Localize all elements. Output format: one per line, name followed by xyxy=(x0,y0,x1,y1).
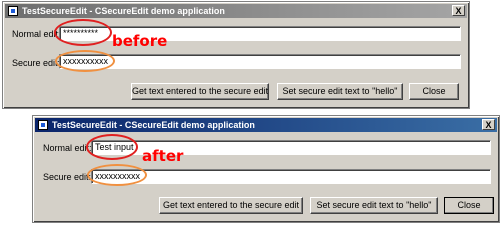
window-before: TestSecureEdit - CSecureEdit demo applic… xyxy=(2,1,470,109)
set-hello-button[interactable]: Set secure edit text to "hello" xyxy=(277,83,403,100)
annotation-before: before xyxy=(112,32,168,50)
set-hello-button[interactable]: Set secure edit text to "hello" xyxy=(310,197,438,214)
normal-edit-label: Normal edit: xyxy=(12,29,61,39)
window-title: TestSecureEdit - CSecureEdit demo applic… xyxy=(52,120,255,130)
annotation-after: after xyxy=(142,147,184,165)
get-secure-text-button[interactable]: Get text entered to the secure edit xyxy=(159,197,303,214)
close-button[interactable]: Close xyxy=(409,83,459,100)
close-button[interactable]: Close xyxy=(444,197,494,214)
title-bar-after[interactable]: TestSecureEdit - CSecureEdit demo applic… xyxy=(35,118,497,132)
close-window-button[interactable]: X xyxy=(482,119,495,130)
window-after: TestSecureEdit - CSecureEdit demo applic… xyxy=(32,115,500,223)
window-title: TestSecureEdit - CSecureEdit demo applic… xyxy=(22,6,225,16)
secure-edit-label: Secure edit: xyxy=(12,58,61,68)
secure-edit-label: Secure edit: xyxy=(43,172,92,182)
close-window-button[interactable]: X xyxy=(452,5,465,16)
normal-edit-label: Normal edit: xyxy=(43,143,92,153)
app-icon xyxy=(38,120,48,130)
title-bar-before[interactable]: TestSecureEdit - CSecureEdit demo applic… xyxy=(5,4,467,18)
app-icon xyxy=(8,6,18,16)
secure-edit-field[interactable]: xxxxxxxxxx xyxy=(59,54,461,69)
secure-edit-field[interactable]: xxxxxxxxxx xyxy=(91,169,491,184)
get-secure-text-button[interactable]: Get text entered to the secure edit xyxy=(131,83,269,100)
